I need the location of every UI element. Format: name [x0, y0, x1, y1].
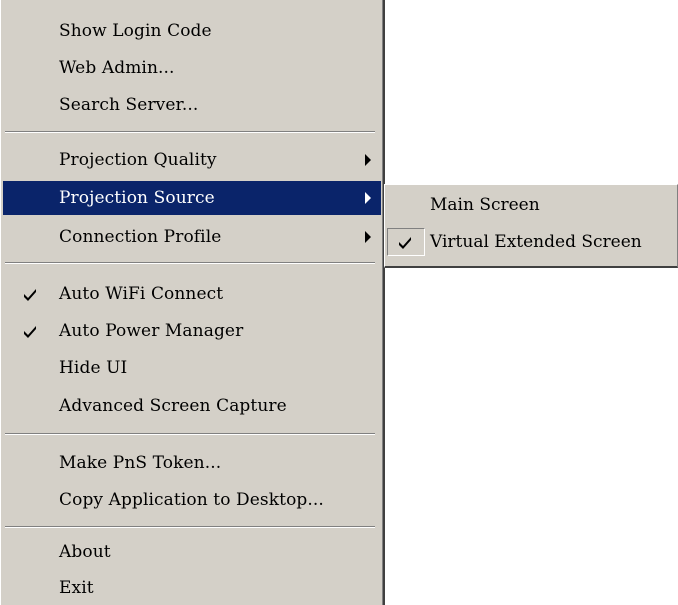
submenu-arrow-icon — [365, 192, 371, 204]
menu-item-search-server[interactable]: Search Server... — [3, 88, 381, 122]
menu-item-connection-profile[interactable]: Connection Profile — [3, 220, 381, 254]
menu-item-label: About — [59, 542, 111, 562]
submenu-item-label: Virtual Extended Screen — [430, 232, 642, 252]
context-menu: Show Login Code Web Admin... Search Serv… — [0, 0, 385, 605]
menu-item-label: Exit — [59, 578, 94, 598]
menu-item-label: Make PnS Token... — [59, 453, 222, 473]
menu-item-label: Connection Profile — [59, 227, 222, 247]
menu-separator — [5, 526, 375, 528]
menu-item-label: Search Server... — [59, 95, 199, 115]
menu-item-copy-application-to-desktop[interactable]: Copy Application to Desktop... — [3, 483, 381, 517]
menu-item-advanced-screen-capture[interactable]: Advanced Screen Capture — [3, 389, 381, 423]
menu-item-make-pns-token[interactable]: Make PnS Token... — [3, 446, 381, 480]
checked-indicator — [387, 228, 425, 256]
check-icon — [399, 237, 411, 249]
menu-item-web-admin[interactable]: Web Admin... — [3, 51, 381, 85]
menu-separator — [5, 433, 375, 435]
menu-item-about[interactable]: About — [3, 535, 381, 569]
menu-item-label: Copy Application to Desktop... — [59, 490, 324, 510]
projection-source-submenu: Main Screen Virtual Extended Screen — [384, 184, 678, 268]
menu-item-hide-ui[interactable]: Hide UI — [3, 351, 381, 385]
menu-item-label: Projection Source — [59, 188, 215, 208]
menu-item-exit[interactable]: Exit — [3, 571, 381, 605]
check-icon — [24, 326, 36, 338]
submenu-item-virtual-extended-screen[interactable]: Virtual Extended Screen — [387, 225, 675, 259]
menu-item-label: Advanced Screen Capture — [59, 396, 287, 416]
submenu-arrow-icon — [365, 231, 371, 243]
menu-item-label: Auto WiFi Connect — [59, 284, 224, 304]
check-icon — [24, 289, 36, 301]
menu-item-auto-wifi-connect[interactable]: Auto WiFi Connect — [3, 277, 381, 311]
menu-item-show-login-code[interactable]: Show Login Code — [3, 14, 381, 48]
menu-item-projection-source[interactable]: Projection Source — [3, 181, 381, 215]
menu-separator — [5, 262, 375, 264]
submenu-item-main-screen[interactable]: Main Screen — [387, 188, 675, 222]
menu-item-label: Web Admin... — [59, 58, 175, 78]
menu-item-label: Projection Quality — [59, 150, 217, 170]
menu-item-label: Auto Power Manager — [59, 321, 244, 341]
submenu-item-label: Main Screen — [430, 195, 540, 215]
submenu-arrow-icon — [365, 154, 371, 166]
menu-item-label: Show Login Code — [59, 21, 212, 41]
menu-separator — [5, 131, 375, 133]
menu-item-projection-quality[interactable]: Projection Quality — [3, 143, 381, 177]
menu-item-auto-power-manager[interactable]: Auto Power Manager — [3, 314, 381, 348]
menu-item-label: Hide UI — [59, 358, 128, 378]
